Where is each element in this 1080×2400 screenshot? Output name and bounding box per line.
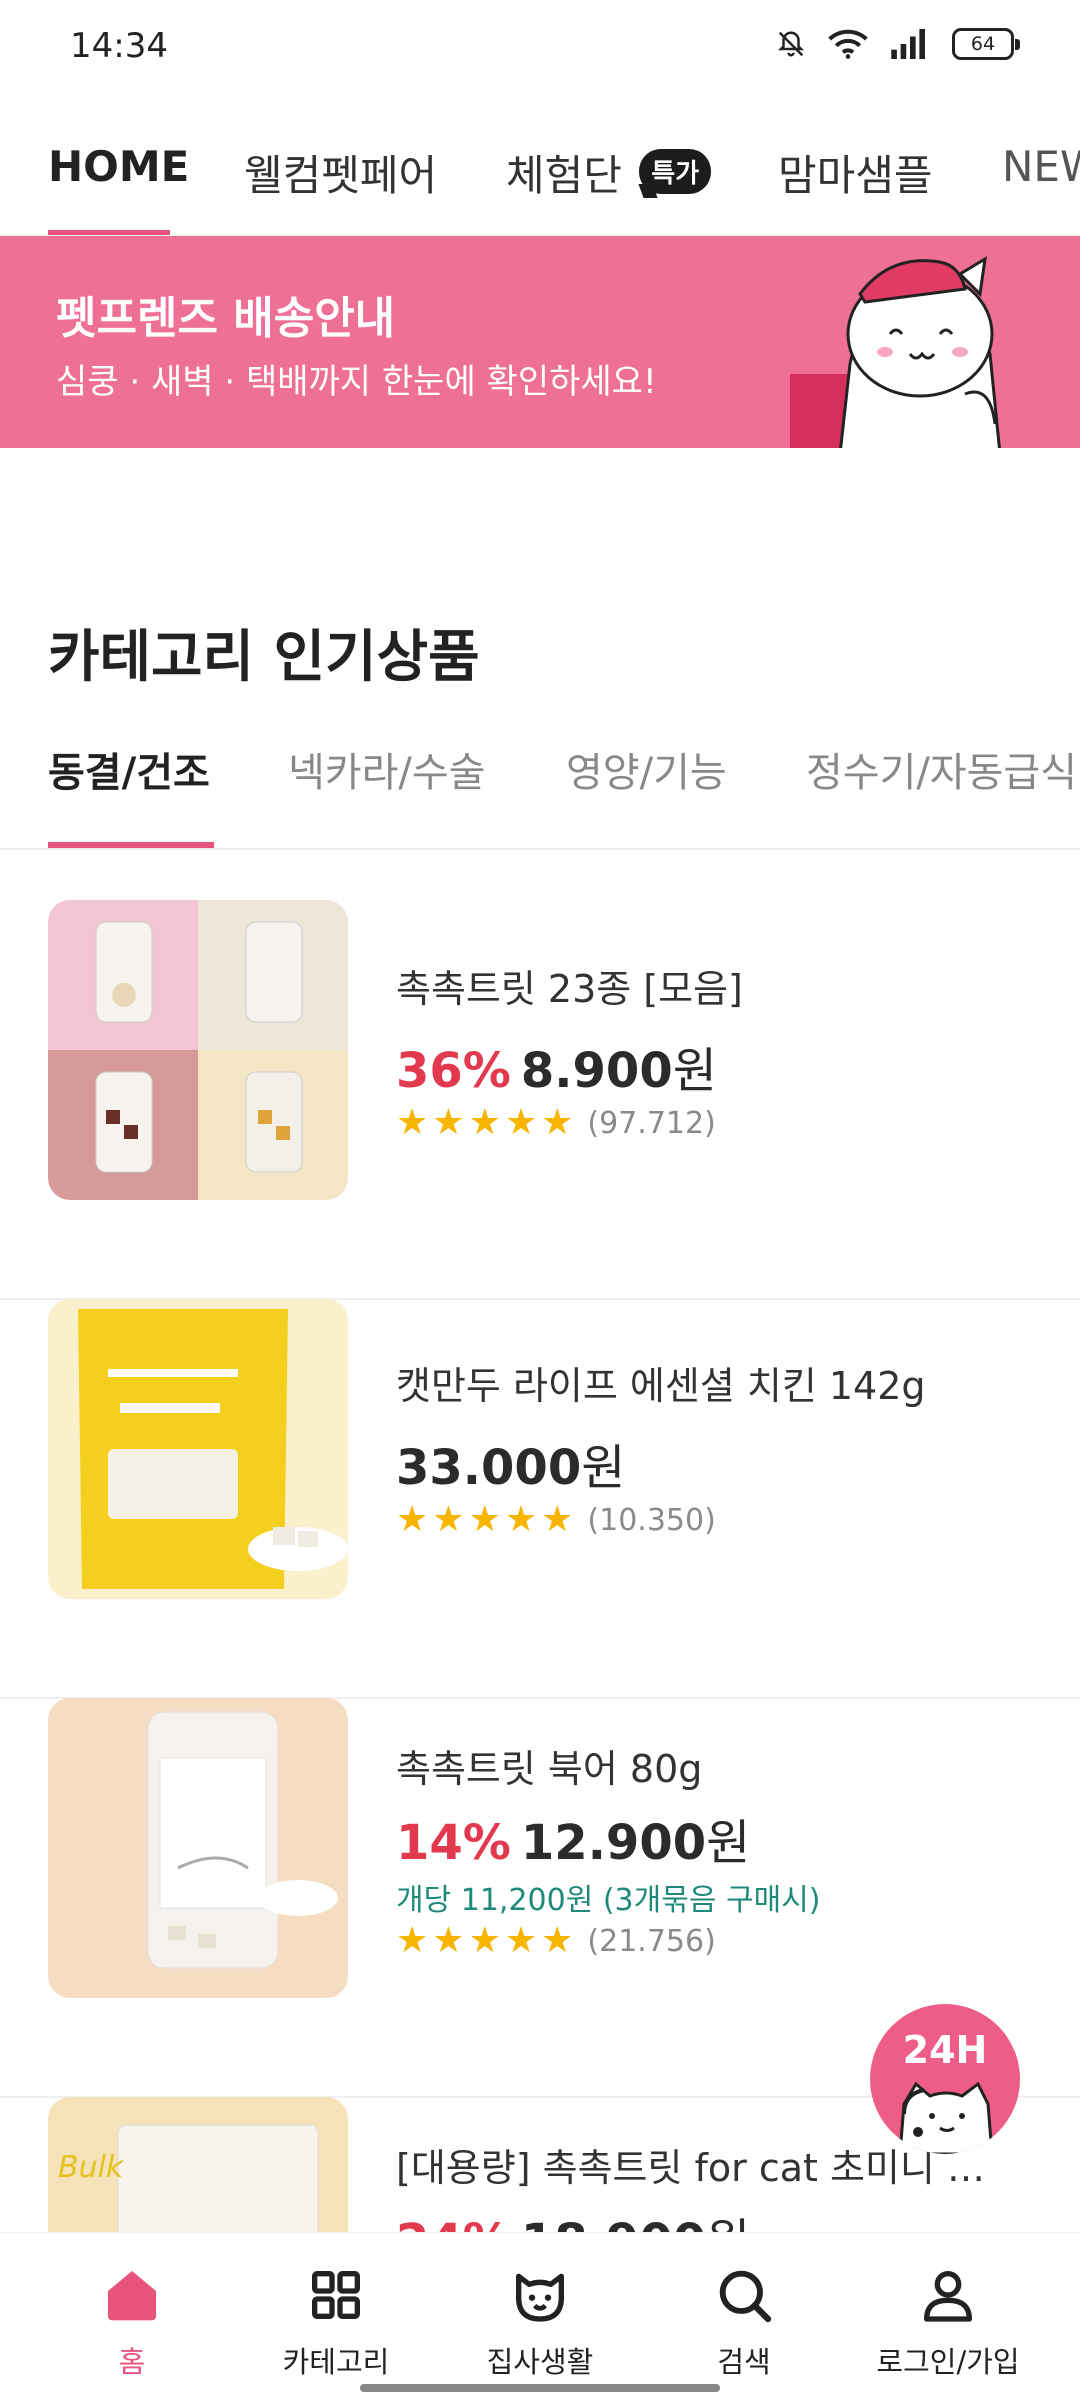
- cat-tab-freeze-dried[interactable]: 동결/건조: [48, 740, 210, 798]
- special-price-badge: 특가: [639, 149, 712, 194]
- price-row: 24% 18.900원: [396, 2202, 985, 2232]
- product-price: 12.900: [520, 1815, 707, 1871]
- star-icon: ★: [468, 1920, 501, 1961]
- active-category-indicator: [48, 842, 214, 848]
- price-row: 33.000원: [396, 1428, 926, 1498]
- review-count: (10.350): [587, 1502, 716, 1538]
- top-nav-tabs: HOME 웰컴펫페어 체험단 특가 맘마샘플 NEW: [0, 120, 1080, 236]
- review-count: (97.712): [587, 1105, 716, 1141]
- status-icons: 64: [776, 28, 1020, 60]
- currency-label: 원: [672, 1043, 717, 1099]
- cat-mascot-illustration: [790, 256, 1001, 448]
- star-icon: ★: [468, 1102, 501, 1143]
- cat-tab-neck-collar[interactable]: 넥카라/수술: [288, 740, 485, 798]
- star-icon: ★: [432, 1102, 465, 1143]
- product-info: 캣만두 라이프 에센셜 치킨 142g 33.000원 ★ ★ ★ ★ ★ (10.35…: [396, 1355, 926, 1538]
- status-bar: 14:34 64: [0, 0, 1080, 96]
- currency-label: 원: [581, 1440, 626, 1496]
- star-icon: ★: [468, 1499, 501, 1540]
- nav-search-label: 검색: [717, 2345, 771, 2379]
- nav-home[interactable]: 홈: [32, 2263, 232, 2381]
- tab-home[interactable]: HOME: [48, 142, 189, 191]
- search-icon: [719, 2270, 772, 2323]
- cat-tab-water-feeder[interactable]: 정수기/자동급식: [806, 740, 1077, 798]
- rating: ★ ★ ★ ★ ★ (97.712): [396, 1105, 743, 1141]
- product-name: 캣만두 라이프 에센셜 치킨 142g: [396, 1364, 926, 1408]
- product-info: 촉촉트릿 23종 [모음] 36% 8.900원 ★ ★ ★ ★ ★ (97.712): [396, 958, 743, 1141]
- rating: ★ ★ ★ ★ ★ (21.756): [396, 1923, 820, 1959]
- star-icon: ★: [504, 1920, 538, 1961]
- delivery-info-banner[interactable]: 펫프렌즈 배송안내 심쿵 · 새벽 · 택배까지 한눈에 확인하세요!: [0, 236, 1080, 448]
- banner-subtitle: 심쿵 · 새벽 · 택배까지 한눈에 확인하세요!: [56, 362, 657, 402]
- star-icon: ★: [541, 1102, 574, 1143]
- star-icon: ★: [432, 1920, 465, 1961]
- cat-tab-nutrition[interactable]: 영양/기능: [566, 740, 727, 798]
- currency-label: 원: [706, 1815, 751, 1871]
- product-image: [48, 1698, 348, 1998]
- home-indicator[interactable]: [360, 2384, 720, 2392]
- product-info: 촉촉트릿 북어 80g 14% 12.900원 개당 11,200원 (3개묶음 …: [396, 1738, 820, 1959]
- tab-new[interactable]: NEW: [1002, 142, 1080, 191]
- star-icon: ★: [541, 1920, 574, 1961]
- section-title: 카테고리 인기상품: [48, 625, 480, 690]
- star-icon: ★: [396, 1920, 429, 1961]
- product-price: 8.900: [520, 1043, 673, 1099]
- product-image: [48, 1299, 348, 1599]
- product-price: 18.900: [521, 2214, 706, 2232]
- product-price: 33.000: [396, 1440, 582, 1496]
- home-icon: [108, 2271, 156, 2321]
- wifi-icon: [828, 29, 868, 59]
- tab-experience-group-label: 체험단: [506, 151, 622, 200]
- nav-butler-life[interactable]: 집사생활: [440, 2263, 640, 2381]
- nav-category-label: 카테고리: [282, 2345, 390, 2379]
- tab-mamma-sample[interactable]: 맘마샘플: [778, 142, 933, 203]
- svg-text:Bulk: Bulk: [58, 2150, 125, 2185]
- bottom-navigation: 홈 카테고리 집사생활 검색 로그인/가입: [0, 2232, 1080, 2400]
- review-count: (21.756): [587, 1923, 716, 1959]
- star-icon: ★: [432, 1499, 465, 1540]
- price-row: 14% 12.900원: [396, 1803, 820, 1873]
- nav-home-label: 홈: [118, 2345, 146, 2379]
- signal-icon: [891, 29, 925, 59]
- cat-headset-icon: [898, 2081, 994, 2154]
- discount-rate: 24%: [396, 2214, 511, 2232]
- bundle-price-note: 개당 11,200원 (3개묶음 구매시): [396, 1883, 821, 1918]
- star-icon: ★: [396, 1499, 429, 1540]
- product-image: [48, 900, 348, 1200]
- star-icon: ★: [541, 1499, 574, 1540]
- product-item[interactable]: 촉촉트릿 23종 [모음] 36% 8.900원 ★ ★ ★ ★ ★ (97.712): [0, 900, 1080, 1300]
- bell-off-icon: [777, 31, 805, 57]
- discount-rate: 36%: [396, 1043, 511, 1099]
- product-name: 촉촉트릿 23종 [모음]: [396, 967, 743, 1011]
- nav-search[interactable]: 검색: [644, 2263, 844, 2381]
- nav-category[interactable]: 카테고리: [236, 2263, 436, 2381]
- price-row: 36% 8.900원: [396, 1031, 743, 1101]
- star-icon: ★: [504, 1102, 538, 1143]
- discount-rate: 14%: [396, 1815, 511, 1871]
- cat-face-icon: [516, 2273, 564, 2322]
- customer-service-24h-button[interactable]: 24H: [870, 2004, 1020, 2154]
- tab-welcome-pet-fair[interactable]: 웰컴펫페어: [244, 142, 437, 203]
- star-icon: ★: [504, 1499, 538, 1540]
- tab-experience-group[interactable]: 체험단 특가: [506, 142, 712, 203]
- grid-icon: [312, 2271, 360, 2319]
- category-tabs: 동결/건조 넥카라/수술 영양/기능 정수기/자동급식: [0, 720, 1080, 850]
- star-icon: ★: [396, 1102, 429, 1143]
- nav-butler-life-label: 집사생활: [486, 2345, 594, 2379]
- currency-label: 원: [706, 2214, 750, 2232]
- product-image: Bulk: [48, 2097, 348, 2232]
- banner-title: 펫프렌즈 배송안내: [56, 293, 396, 344]
- nav-login-signup-label: 로그인/가입: [876, 2345, 1020, 2379]
- status-time: 14:34: [70, 26, 168, 66]
- product-item[interactable]: 캣만두 라이프 에센셜 치킨 142g 33.000원 ★ ★ ★ ★ ★ (10.35…: [0, 1299, 1080, 1699]
- product-name: 촉촉트릿 북어 80g: [396, 1747, 703, 1791]
- nav-login-signup[interactable]: 로그인/가입: [848, 2263, 1048, 2381]
- user-icon: [924, 2271, 972, 2322]
- battery-indicator: 64: [952, 28, 1020, 60]
- rating: ★ ★ ★ ★ ★ (10.350): [396, 1502, 926, 1538]
